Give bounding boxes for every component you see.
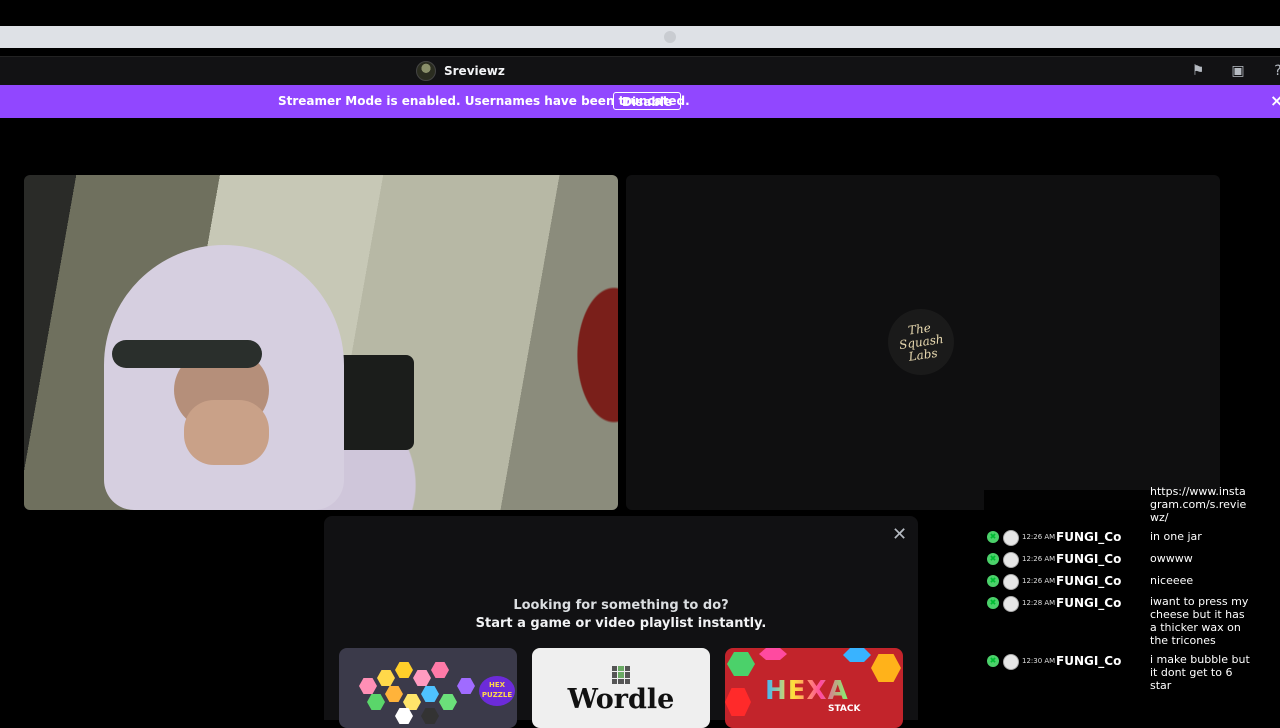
hex-tile	[843, 648, 871, 662]
hex-tile	[457, 678, 475, 694]
chat-message-text: owwww	[1150, 552, 1193, 565]
hex-tile	[385, 686, 403, 702]
hex-tile	[377, 670, 395, 686]
hex-tile	[413, 670, 431, 686]
hex-tile	[759, 648, 787, 660]
chat-overlay: https://www.insta gram.com/s.revie wz/ ✖…	[984, 485, 1250, 720]
badge-icon: ✖	[987, 597, 999, 609]
title-bar: Sreviewz ⚑ ▣ ?	[0, 56, 1280, 86]
close-icon[interactable]: ×	[1270, 91, 1280, 110]
badge-icon: ✖	[987, 655, 999, 667]
badge-icon: ✖	[987, 575, 999, 587]
chat-message-text: https://www.insta gram.com/s.revie wz/	[1150, 485, 1247, 524]
hex-tile	[395, 708, 413, 724]
activity-prompt-title: Looking for something to do?	[513, 598, 729, 613]
camera-video-tile[interactable]	[24, 175, 618, 510]
chat-username: FUNGI_Co	[1056, 596, 1122, 610]
hex-tile	[727, 652, 755, 676]
hex-tile	[421, 708, 439, 724]
help-icon[interactable]: ?	[1268, 62, 1280, 80]
participant-avatar-tile[interactable]: The Squash Labs	[626, 175, 1220, 510]
chat-timestamp: 12:26 AM	[1022, 577, 1056, 585]
chat-username: FUNGI_Co	[1056, 654, 1122, 668]
chat-row: ✖ 12:26 AM FUNGI_Co in one jar	[984, 529, 1250, 549]
chat-username: FUNGI_Co	[1056, 574, 1122, 588]
activity-launcher-panel: ✕ Looking for something to do? Start a g…	[324, 516, 918, 728]
tab-indicator	[664, 31, 676, 43]
badge-icon: ✖	[987, 553, 999, 565]
hexa-title-text: HEXA	[765, 676, 849, 706]
channel-name: Sreviewz	[444, 64, 505, 78]
avatar	[1003, 552, 1019, 568]
badge-icon: ✖	[987, 531, 999, 543]
logo-lettering: The Squash Labs	[897, 320, 945, 364]
activity-prompt-subtitle: Start a game or video playlist instantly…	[475, 616, 767, 631]
hexa-title: HEXA	[765, 676, 849, 706]
chat-message-text: in one jar	[1150, 530, 1202, 543]
close-icon[interactable]: ✕	[892, 524, 907, 545]
hex-tile	[421, 686, 439, 702]
chat-row: ✖ 12:28 AM FUNGI_Co iwant to press my ch…	[984, 595, 1250, 651]
browser-tab-strip	[0, 26, 1280, 48]
hex-tile	[431, 662, 449, 678]
chat-timestamp: 12:30 AM	[1022, 657, 1056, 665]
chat-row: ✖ 12:26 AM FUNGI_Co owwww	[984, 551, 1250, 571]
game-card-hex-puzzle[interactable]: HEX PUZZLE	[339, 648, 517, 728]
hex-tile	[395, 662, 413, 678]
avatar	[1003, 654, 1019, 670]
streamer-mode-banner: Streamer Mode is enabled. Usernames have…	[0, 85, 1280, 118]
chat-row: ✖ 12:26 AM FUNGI_Co niceeee	[984, 573, 1250, 593]
chat-timestamp: 12:26 AM	[1022, 533, 1056, 541]
hex-tile	[403, 694, 421, 710]
hexa-subtitle: STACK	[828, 704, 861, 714]
chat-timestamp: 12:28 AM	[1022, 599, 1056, 607]
hex-puzzle-badge: HEX PUZZLE	[479, 676, 515, 706]
chat-message-text: i make bubble but it dont get to 6 star	[1150, 653, 1250, 692]
hex-tile	[367, 694, 385, 710]
hex-tile	[725, 688, 751, 716]
hex-tile	[359, 678, 377, 694]
channel-header[interactable]: Sreviewz	[416, 61, 505, 81]
chat-timestamp: 12:26 AM	[1022, 555, 1056, 563]
disable-button[interactable]: Disable	[613, 92, 682, 110]
channel-avatar	[416, 61, 436, 81]
participant-logo: The Squash Labs	[888, 309, 954, 375]
chat-username: FUNGI_Co	[1056, 552, 1122, 566]
popout-icon[interactable]: ▣	[1228, 62, 1248, 80]
avatar	[1003, 596, 1019, 612]
chat-row-partial: https://www.insta gram.com/s.revie wz/	[984, 485, 1250, 530]
hand-shape	[184, 400, 269, 465]
avatar	[1003, 530, 1019, 546]
avatar	[1003, 574, 1019, 590]
game-card-wordle[interactable]: Wordle	[532, 648, 710, 728]
flag-icon[interactable]: ⚑	[1188, 62, 1208, 80]
hex-tile	[871, 654, 901, 682]
chat-message-text: iwant to press my cheese but it has a th…	[1150, 595, 1249, 647]
hex-tile	[439, 694, 457, 710]
wordle-title: Wordle	[567, 684, 675, 715]
chat-username: FUNGI_Co	[1056, 530, 1122, 544]
game-card-hexa-stack[interactable]: HEXA STACK	[725, 648, 903, 728]
wordle-grid-icon	[612, 666, 630, 684]
chat-row: ✖ 12:30 AM FUNGI_Co i make bubble but it…	[984, 653, 1250, 695]
cap-shape	[112, 340, 262, 368]
chat-message-text: niceeee	[1150, 574, 1194, 587]
